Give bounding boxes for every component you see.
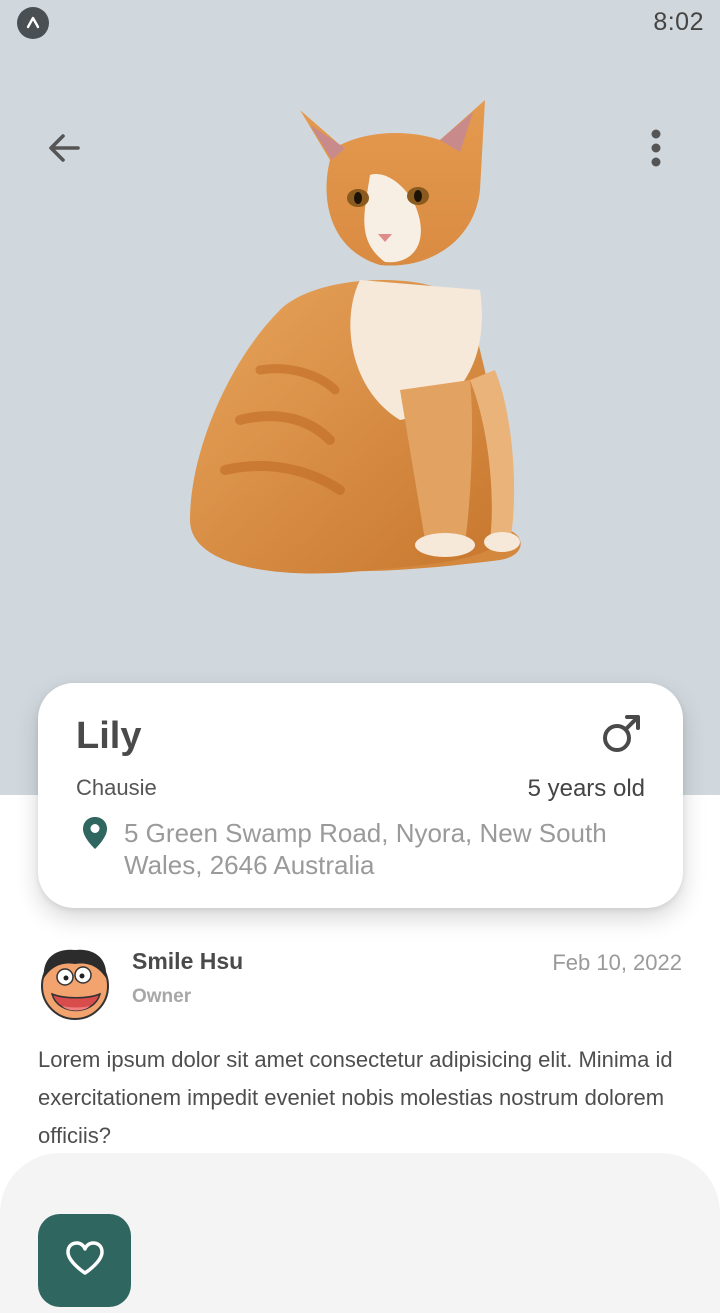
status-time: 8:02 [653,8,704,36]
male-icon [603,715,640,752]
pet-info-card: Lily Chausie 5 years old 5 Green Swamp R… [38,683,683,908]
favorite-button[interactable] [38,1214,131,1307]
location-pin-icon [83,817,107,849]
more-options-button[interactable] [628,120,684,176]
app-logo-icon [17,7,49,39]
pet-address: 5 Green Swamp Road, Nyora, New South Wal… [124,818,607,880]
status-bar: 8:02 [0,0,720,48]
pet-name: Lily [76,715,142,757]
pet-age: 5 years old [527,775,645,802]
post-date: Feb 10, 2022 [552,950,682,975]
back-button[interactable] [36,120,92,176]
heart-icon [65,1241,104,1275]
owner-role: Owner [132,986,192,1007]
owner-avatar[interactable] [38,944,112,1022]
pet-photo [190,100,521,574]
arrow-left-icon [49,134,80,162]
pet-hero-section: 8:02 [0,0,720,795]
owner-name: Smile Hsu [132,948,244,974]
pet-breed: Chausie [76,775,157,800]
more-vertical-icon [651,129,661,167]
pet-description: Lorem ipsum dolor sit amet consectetur a… [38,1047,673,1148]
